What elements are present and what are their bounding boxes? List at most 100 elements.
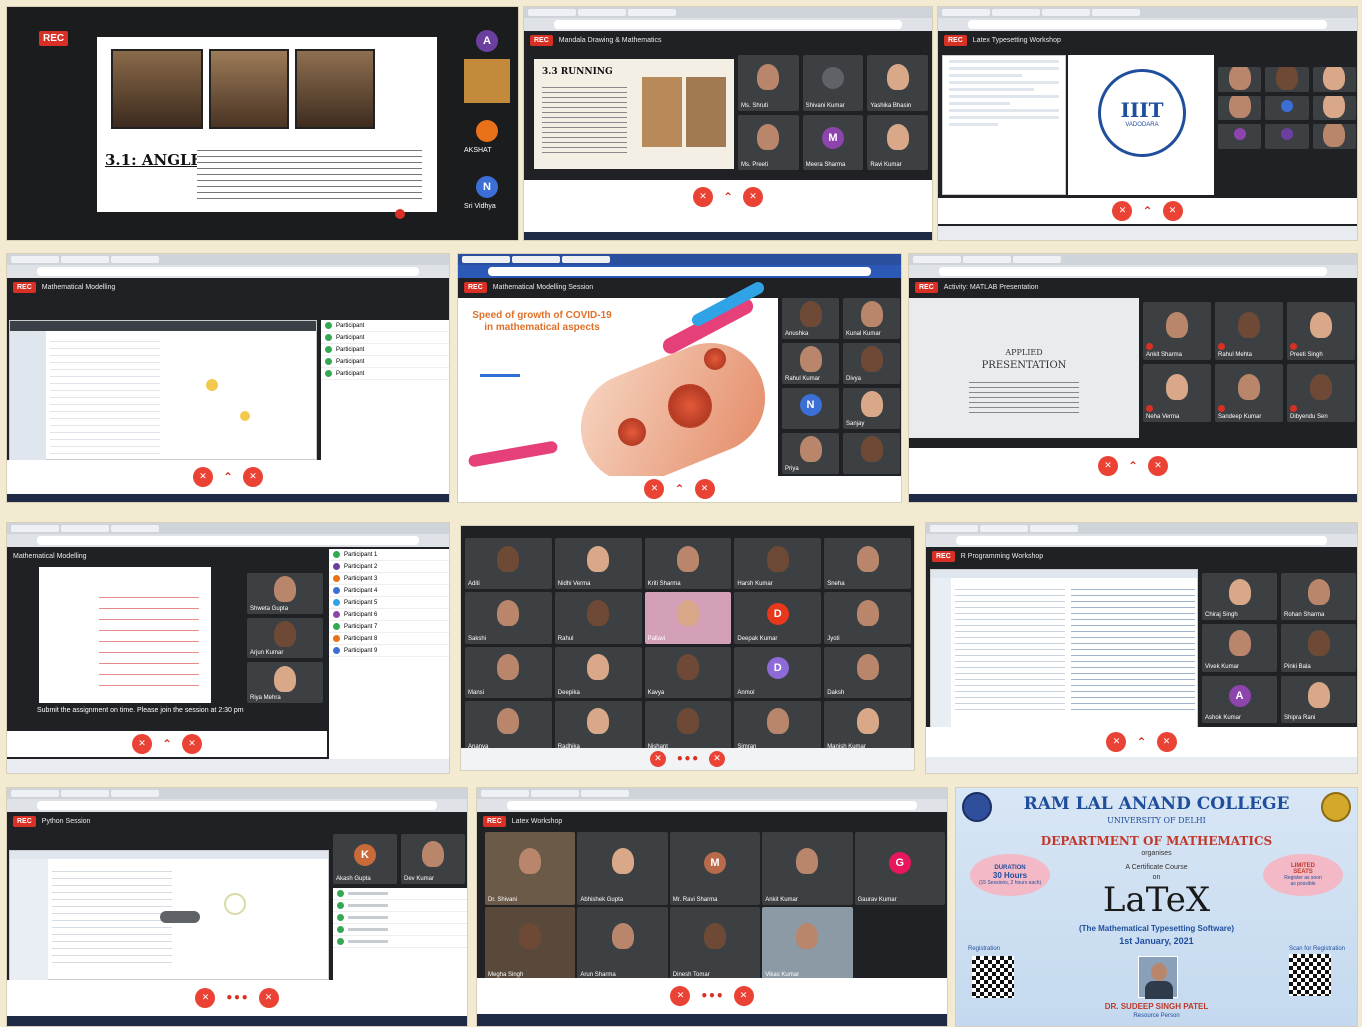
participant-tile: Ananya [465,700,552,752]
chat-panel [333,888,467,980]
participant-name: Anushka [785,331,809,337]
panel-item-label: Participant [336,358,365,365]
os-taskbar [926,757,1357,773]
participant-row[interactable]: Participant 4 [329,585,449,597]
hangup-button[interactable]: ••• [676,752,699,766]
university-name: UNIVERSITY OF DELHI [1107,816,1206,825]
mic-off-button[interactable]: ✕ [649,751,666,767]
participant-row[interactable]: Participant 1 [329,549,449,561]
slide-pink-stripe-2 [467,440,559,468]
present-button[interactable]: ⌃ [223,470,233,484]
qr-code-left [972,956,1014,998]
speaker-role: Resource Person [1133,1013,1180,1019]
hangup-button[interactable]: ••• [700,989,723,1003]
panel-row [333,936,467,948]
camera-off-button[interactable]: ✕ [1156,732,1177,752]
mic-off-button[interactable]: ✕ [1106,732,1127,752]
hangup-button[interactable]: ••• [225,991,248,1005]
participant-name: Rahul [557,635,574,642]
mic-off-button[interactable]: ✕ [670,986,691,1006]
participant-row[interactable]: Participant 7 [329,621,449,633]
browser-chrome [477,788,947,812]
participant-name: Nidhi Verma [557,581,591,588]
participant-name: Akash Gupta [336,876,371,882]
participant-row[interactable]: Participant 6 [329,609,449,621]
camera-off-button[interactable]: ✕ [258,988,279,1008]
participant-name: Sri Vidhya [464,203,496,210]
camera-off-button[interactable]: ✕ [182,734,203,754]
camera-off-button[interactable]: ✕ [743,187,764,207]
avatar-n: N [799,394,822,417]
participant-tile [1218,95,1262,120]
participant-tile: Mansi [465,646,552,698]
participant-tile [1218,67,1262,92]
avatar-a: A [1228,684,1251,707]
course-kind: A Certificate Course [1125,864,1188,871]
present-button[interactable]: ⌃ [1128,459,1138,473]
present-button[interactable]: ⌃ [1142,204,1152,218]
camera-off-button[interactable]: ✕ [733,986,754,1006]
meet-header: REC Latex Typesetting Workshop [938,31,1357,49]
registration-label-right: Scan for Registration [1288,946,1345,952]
participant-tile: G Gaurav Kumar [854,832,945,905]
whiteboard [39,567,211,711]
participant-tile: Rahul [554,592,642,644]
participant-row-label: Participant 1 [344,551,378,558]
mic-off-button[interactable]: ✕ [1112,201,1133,221]
present-button[interactable]: ⌃ [1136,735,1146,749]
avatar-g: G [888,851,911,874]
screenshot-modelling-software: REC Mathematical Modelling Participant P… [6,253,450,503]
participant-name: Rahul Kumar [785,376,821,382]
participant-row[interactable]: Participant 3 [329,573,449,585]
participant-tile: Ms. Preeti [738,114,799,170]
participant-tile [1265,124,1309,149]
participant-row[interactable]: Participant 5 [329,597,449,609]
meeting-title: Mandala Drawing & Mathematics [558,36,662,44]
participant-column: Shweta Gupta Arjun Kumar Riya Mehra [247,573,323,703]
camera-off-button[interactable]: ✕ [694,479,715,499]
rec-badge: REC [464,281,487,293]
meet-header: REC R Programming Workshop [926,547,1357,565]
participant-row[interactable]: Participant 8 [329,633,449,645]
participant-tile: Dinesh Tomar [669,907,761,980]
participant-name: Rohan Sharma [1284,612,1325,619]
shared-software-window [9,320,317,461]
camera-off-button[interactable]: ✕ [1162,201,1183,221]
camera-off-button[interactable]: ✕ [243,467,264,487]
meeting-title: Mathematical Modelling [41,283,116,291]
participant-row[interactable]: Participant 9 [329,645,449,657]
avatar-d: D [766,602,789,625]
participant-tile [1312,124,1356,149]
participant-name: Kriti Sharma [647,581,681,588]
iiit-logo-sub: VADODARA [1125,122,1159,128]
camera-off-button[interactable]: ✕ [1148,456,1169,476]
avatar [1233,128,1246,141]
camera-off-button[interactable]: ✕ [709,751,725,767]
mic-off-button[interactable]: ✕ [131,734,152,754]
participant-tile: Sakshi [465,592,552,644]
browser-chrome [909,254,1357,278]
screenshot-presentation-session: REC Activity: MATLAB Presentation APPLIE… [908,253,1358,503]
participant-tile: Simran [734,700,822,752]
participant-tile: Neha Verma [1143,364,1211,422]
mic-off-button[interactable]: ✕ [192,467,213,487]
participant-tile [843,433,900,474]
mic-off-button[interactable]: ✕ [692,187,713,207]
present-button[interactable]: ⌃ [674,482,684,496]
participant-name: Ms. Preeti [741,162,769,168]
slide-line-2: PRESENTATION [981,360,1067,371]
mic-off-button[interactable]: ✕ [195,988,216,1008]
present-button[interactable]: ⌃ [162,737,172,751]
participant-tile: Nishant [644,700,732,752]
participant-tile [1265,67,1309,92]
meet-controls: ✕ ⌃ ✕ [909,448,1357,484]
panel-row: Participant [321,332,449,344]
mic-off-button[interactable]: ✕ [644,479,665,499]
participant-tile: Abhishek Gupta [577,832,668,905]
browser-chrome [938,7,1357,31]
slide-photo [686,77,726,147]
present-button[interactable]: ⌃ [723,190,733,204]
participant-tile: Sneha [824,538,911,590]
mic-off-button[interactable]: ✕ [1097,456,1118,476]
participant-row[interactable]: Participant 2 [329,561,449,573]
